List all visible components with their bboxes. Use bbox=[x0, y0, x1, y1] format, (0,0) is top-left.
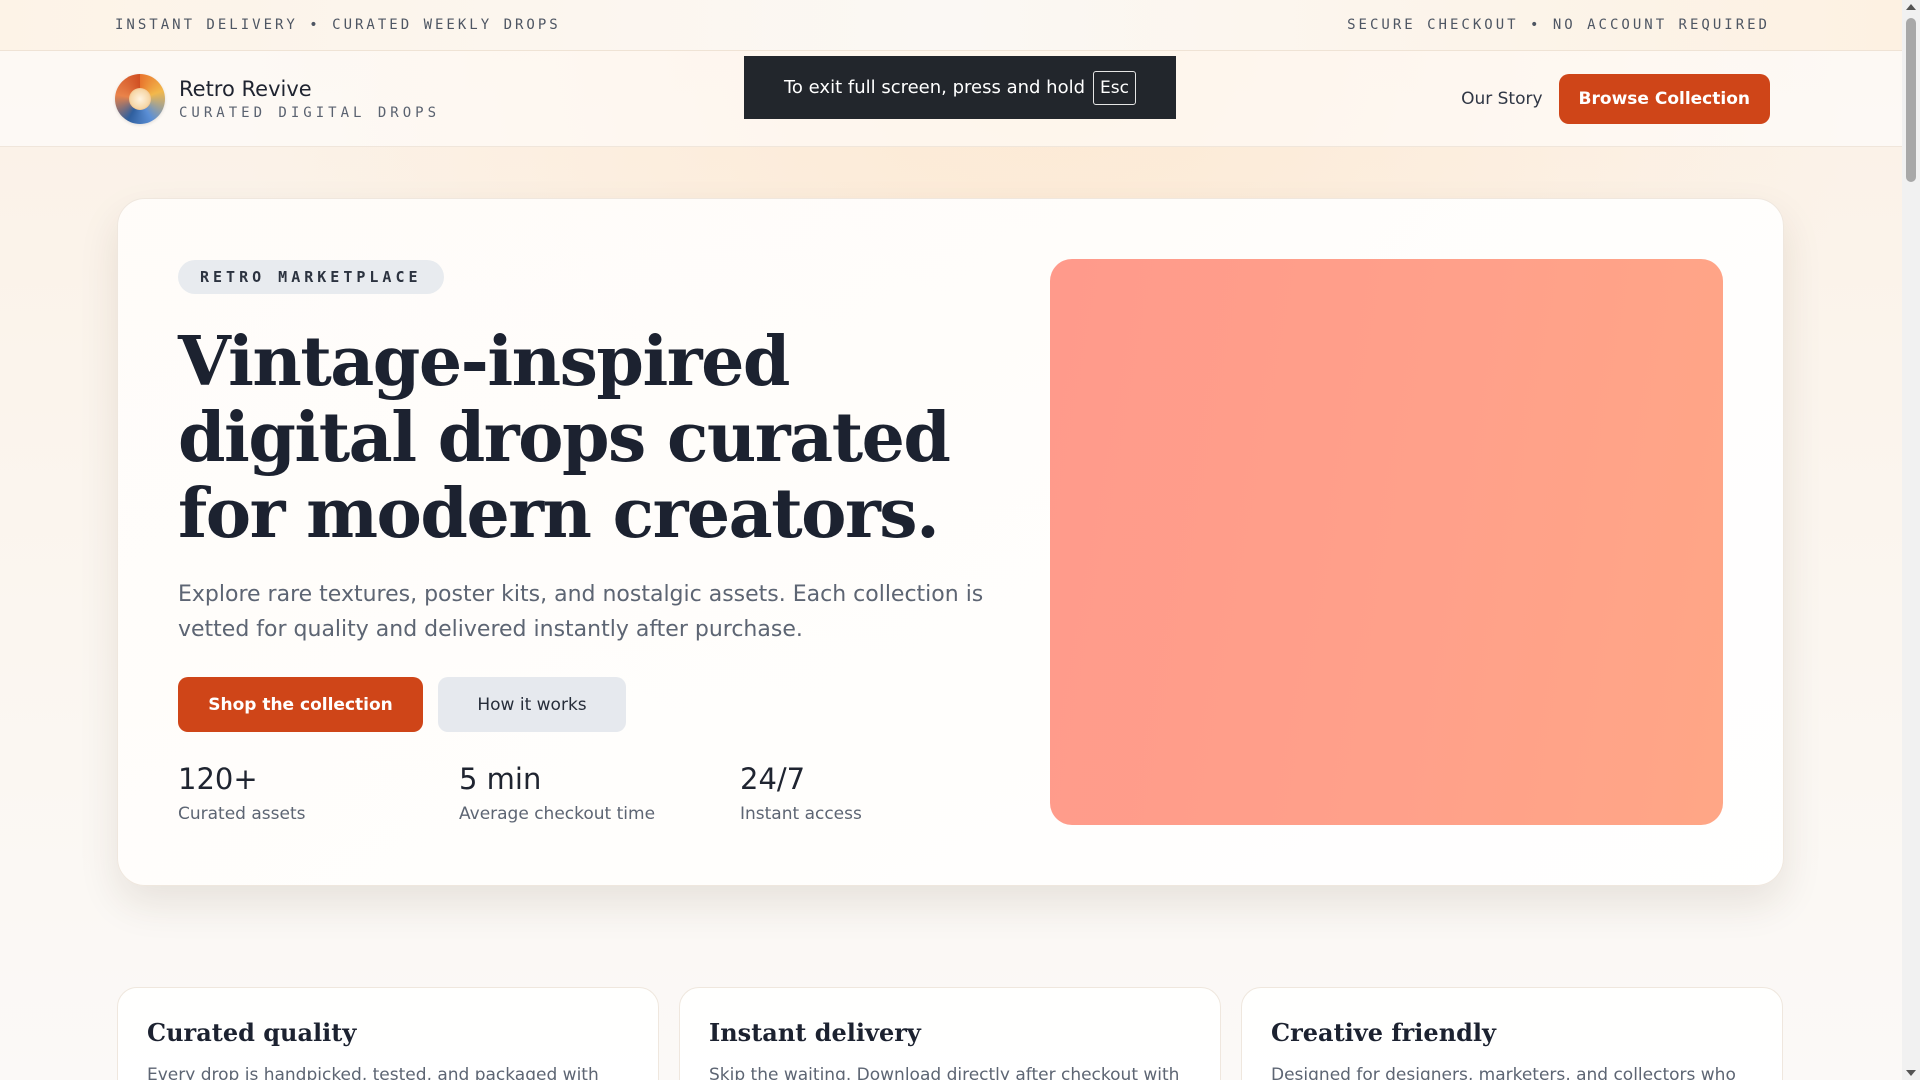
brand-logo-icon bbox=[115, 73, 165, 124]
stat-item: 24/7 Instant access bbox=[740, 762, 1021, 824]
feature-title: Creative friendly bbox=[1271, 1018, 1496, 1047]
hero-card: RETRO MARKETPLACE Vintage-inspired digit… bbox=[117, 198, 1784, 886]
page: INSTANT DELIVERY • CURATED WEEKLY DROPS … bbox=[0, 0, 1902, 1080]
stat-label: Instant access bbox=[740, 804, 862, 824]
nav-our-story-link[interactable]: Our Story bbox=[1461, 89, 1542, 109]
brand-name: Retro Revive bbox=[179, 76, 312, 101]
shop-collection-button[interactable]: Shop the collection bbox=[178, 677, 423, 732]
feature-card: Instant delivery Skip the waiting. Downl… bbox=[679, 987, 1221, 1080]
brand-tagline: CURATED DIGITAL DROPS bbox=[179, 104, 441, 121]
hero-cta-row: Shop the collection How it works bbox=[178, 677, 626, 732]
feature-cards: Curated quality Every drop is handpicked… bbox=[117, 987, 1783, 1080]
hero-description: Explore rare textures, poster kits, and … bbox=[178, 582, 984, 642]
hero-title: Vintage-inspired digital drops curated f… bbox=[178, 322, 951, 554]
scroll-down-arrow-icon[interactable] bbox=[1906, 1070, 1916, 1076]
hero-stats: 120+ Curated assets 5 min Average checko… bbox=[178, 762, 1021, 824]
toast-text: To exit full screen, press and hold bbox=[784, 77, 1086, 98]
feature-text: Designed for designers, marketers, and c… bbox=[1271, 1065, 1736, 1080]
browse-collection-button[interactable]: Browse Collection bbox=[1558, 73, 1770, 124]
stat-label: Average checkout time bbox=[459, 804, 656, 824]
stat-label: Curated assets bbox=[178, 804, 306, 824]
feature-card: Creative friendly Designed for designers… bbox=[1241, 987, 1783, 1080]
stat-value: 24/7 bbox=[740, 762, 806, 796]
feature-text: Skip the waiting. Download directly afte… bbox=[709, 1065, 1180, 1080]
stat-item: 120+ Curated assets bbox=[178, 762, 459, 824]
scroll-up-arrow-icon[interactable] bbox=[1906, 4, 1916, 10]
stat-item: 5 min Average checkout time bbox=[459, 762, 740, 824]
feature-card: Curated quality Every drop is handpicked… bbox=[117, 987, 659, 1080]
stat-value: 120+ bbox=[178, 762, 258, 796]
announcement-right: SECURE CHECKOUT • NO ACCOUNT REQUIRED bbox=[1347, 17, 1770, 33]
feature-title: Instant delivery bbox=[709, 1018, 921, 1047]
announcement-bar: INSTANT DELIVERY • CURATED WEEKLY DROPS … bbox=[0, 0, 1902, 51]
feature-text: Every drop is handpicked, tested, and pa… bbox=[147, 1065, 599, 1080]
main-nav: Our Story Browse Collection bbox=[1461, 73, 1770, 124]
brand[interactable]: Retro Revive CURATED DIGITAL DROPS bbox=[115, 73, 441, 124]
hero-image bbox=[1050, 259, 1723, 825]
esc-key-icon: Esc bbox=[1093, 70, 1136, 105]
scroll-thumb[interactable] bbox=[1906, 18, 1916, 182]
announcement-left: INSTANT DELIVERY • CURATED WEEKLY DROPS bbox=[115, 17, 561, 33]
vertical-scrollbar[interactable] bbox=[1902, 0, 1920, 1080]
hero-tag: RETRO MARKETPLACE bbox=[178, 260, 444, 294]
feature-title: Curated quality bbox=[147, 1018, 357, 1047]
how-it-works-button[interactable]: How it works bbox=[438, 677, 626, 732]
stat-value: 5 min bbox=[459, 762, 542, 796]
fullscreen-exit-toast: To exit full screen, press and hold Esc bbox=[744, 56, 1176, 119]
